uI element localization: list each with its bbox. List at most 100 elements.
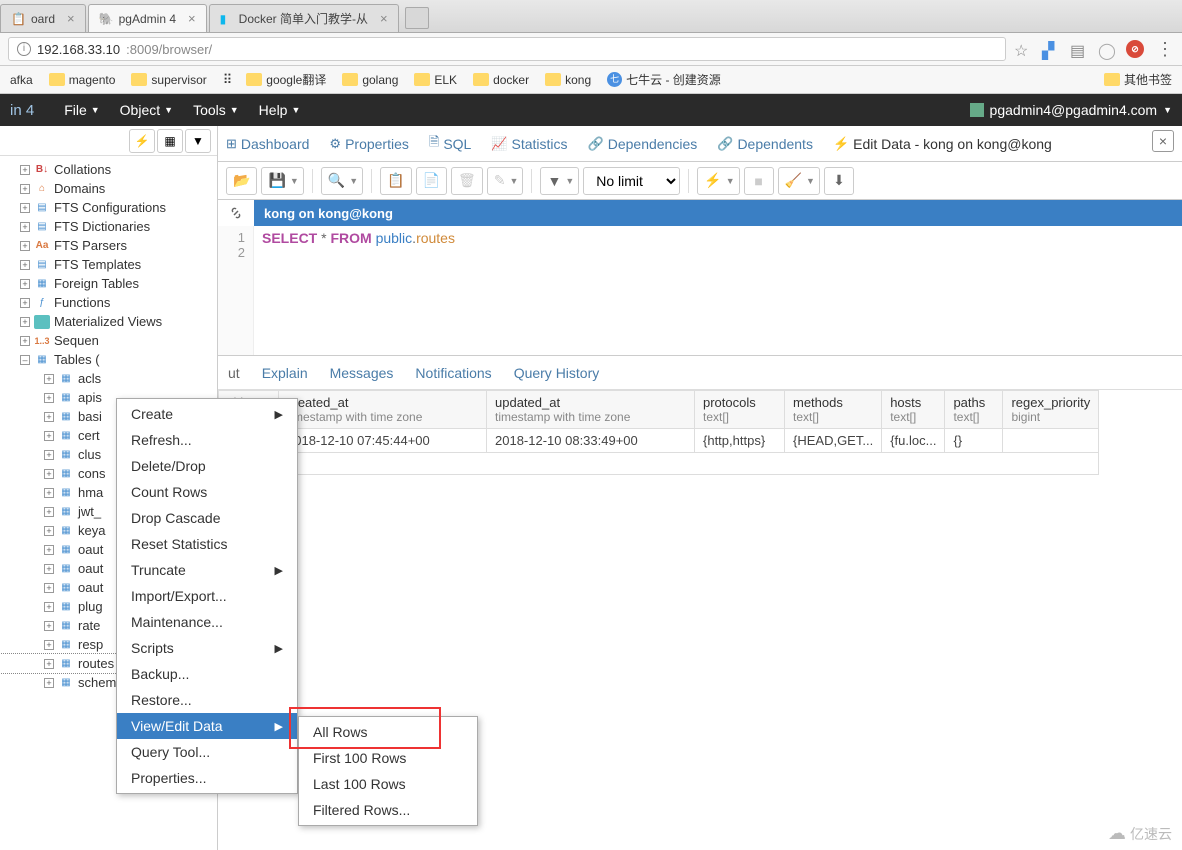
col-header[interactable]: methodstext[] bbox=[785, 391, 882, 429]
bookmark-item[interactable]: kong bbox=[539, 71, 597, 89]
delete-button[interactable]: 🗑 bbox=[451, 167, 483, 195]
caret-down-icon[interactable]: ▼ bbox=[565, 176, 574, 186]
cell[interactable]: {fu.loc... bbox=[882, 429, 945, 453]
submenu-first-100[interactable]: First 100 Rows bbox=[299, 745, 477, 771]
download-button[interactable]: ⬇ bbox=[824, 167, 854, 195]
cell[interactable] bbox=[1003, 429, 1099, 453]
expand-icon[interactable]: + bbox=[20, 184, 30, 194]
col-header[interactable]: updated_attimestamp with time zone bbox=[487, 391, 695, 429]
bookmark-item[interactable]: ELK bbox=[408, 71, 463, 89]
submenu-last-100[interactable]: Last 100 Rows bbox=[299, 771, 477, 797]
expand-icon[interactable]: + bbox=[44, 545, 54, 555]
submenu-all-rows[interactable]: All Rows bbox=[299, 719, 477, 745]
ctx-reset-stats[interactable]: Reset Statistics bbox=[117, 531, 297, 557]
caret-down-icon[interactable]: ▼ bbox=[349, 176, 358, 186]
translate-icon[interactable]: ▞ bbox=[1042, 41, 1058, 57]
cell[interactable]: {} bbox=[945, 429, 1003, 453]
bolt-button[interactable]: ⚡ bbox=[129, 129, 155, 153]
browser-tab-0[interactable]: 📋 oard × bbox=[0, 4, 86, 32]
table-row[interactable]: 71c-... 2018-12-10 07:45:44+00 2018-12-1… bbox=[219, 429, 1099, 453]
extension-icon[interactable]: ▤ bbox=[1070, 41, 1086, 57]
close-tab-button[interactable]: × bbox=[1152, 130, 1174, 152]
menu-file[interactable]: File▼ bbox=[64, 102, 99, 118]
ctx-delete[interactable]: Delete/Drop bbox=[117, 453, 297, 479]
edit-button[interactable]: ✎▼ bbox=[487, 167, 524, 195]
tree-table-item[interactable]: +▦acls bbox=[0, 369, 217, 388]
tree-fts-parsers[interactable]: +AaFTS Parsers bbox=[0, 236, 217, 255]
col-header[interactable]: protocolstext[] bbox=[695, 391, 785, 429]
bookmark-item[interactable]: google翻译 bbox=[240, 69, 332, 90]
col-header[interactable]: regex_prioritybigint bbox=[1003, 391, 1099, 429]
caret-down-icon[interactable]: ▼ bbox=[290, 176, 299, 186]
ctx-properties[interactable]: Properties... bbox=[117, 765, 297, 791]
tree-fts-dict[interactable]: +▤FTS Dictionaries bbox=[0, 217, 217, 236]
menu-object[interactable]: Object▼ bbox=[120, 102, 173, 118]
filter-button[interactable]: ▼▼ bbox=[540, 167, 579, 195]
filter-button[interactable]: ▼ bbox=[185, 129, 211, 153]
cell[interactable]: {HEAD,GET... bbox=[785, 429, 882, 453]
ctx-count-rows[interactable]: Count Rows bbox=[117, 479, 297, 505]
table-row-empty[interactable] bbox=[219, 453, 1099, 475]
bookmark-item[interactable]: docker bbox=[467, 71, 535, 89]
expand-icon[interactable]: + bbox=[44, 374, 54, 384]
expand-icon[interactable]: + bbox=[44, 583, 54, 593]
info-icon[interactable]: i bbox=[17, 42, 31, 56]
expand-icon[interactable]: + bbox=[44, 450, 54, 460]
browser-tab-2[interactable]: ▮ Docker 简单入门教学-从 × bbox=[209, 4, 399, 32]
tree-fts-templates[interactable]: +▤FTS Templates bbox=[0, 255, 217, 274]
close-icon[interactable]: × bbox=[67, 11, 75, 26]
ctx-scripts[interactable]: Scripts▶ bbox=[117, 635, 297, 661]
bookmark-item[interactable]: supervisor bbox=[125, 71, 212, 89]
tab-edit-data[interactable]: ⚡Edit Data - kong on kong@kong bbox=[833, 136, 1052, 152]
expand-icon[interactable]: + bbox=[44, 621, 54, 631]
tab-dependencies[interactable]: 🔗Dependencies bbox=[588, 136, 698, 152]
bookmark-item[interactable]: golang bbox=[336, 71, 404, 89]
caret-down-icon[interactable]: ▼ bbox=[726, 176, 735, 186]
col-header[interactable]: hoststext[] bbox=[882, 391, 945, 429]
expand-icon[interactable]: + bbox=[20, 317, 30, 327]
bookmark-item[interactable]: ⠿ bbox=[217, 70, 237, 90]
menu-help[interactable]: Help▼ bbox=[259, 102, 301, 118]
result-tab-output[interactable]: ut bbox=[228, 365, 240, 381]
caret-down-icon[interactable]: ▼ bbox=[510, 176, 519, 186]
expand-icon[interactable]: + bbox=[44, 659, 54, 669]
expand-icon[interactable]: + bbox=[44, 526, 54, 536]
expand-icon[interactable]: + bbox=[44, 488, 54, 498]
expand-icon[interactable]: + bbox=[20, 203, 30, 213]
collapse-icon[interactable]: – bbox=[20, 355, 30, 365]
adblock-icon[interactable]: ⊘ bbox=[1126, 40, 1144, 58]
copy-button[interactable]: 📋 bbox=[380, 167, 411, 195]
result-tab-explain[interactable]: Explain bbox=[262, 365, 308, 381]
tab-properties[interactable]: ⚙Properties bbox=[329, 136, 408, 152]
ctx-truncate[interactable]: Truncate▶ bbox=[117, 557, 297, 583]
expand-icon[interactable]: + bbox=[44, 412, 54, 422]
grid-button[interactable]: ▦ bbox=[157, 129, 183, 153]
cell[interactable]: 2018-12-10 08:33:49+00 bbox=[487, 429, 695, 453]
tab-dependents[interactable]: 🔗Dependents bbox=[717, 136, 813, 152]
other-bookmarks[interactable]: 其他书签 bbox=[1098, 69, 1178, 90]
browser-tab-1[interactable]: 🐘 pgAdmin 4 × bbox=[88, 4, 207, 32]
ctx-view-edit-data[interactable]: View/Edit Data▶ bbox=[117, 713, 297, 739]
tree-tables[interactable]: –▦Tables ( bbox=[0, 350, 217, 369]
extension-icon-2[interactable]: ◯ bbox=[1098, 41, 1114, 57]
paste-button[interactable]: 📄 bbox=[416, 167, 447, 195]
result-tab-notifications[interactable]: Notifications bbox=[415, 365, 491, 381]
bookmark-item[interactable]: afka bbox=[4, 71, 39, 89]
menu-tools[interactable]: Tools▼ bbox=[193, 102, 239, 118]
tree-fts-config[interactable]: +▤FTS Configurations bbox=[0, 198, 217, 217]
tree-mat-views[interactable]: +Materialized Views bbox=[0, 312, 217, 331]
sql-code[interactable]: SELECT * FROM public.routes bbox=[254, 226, 463, 355]
tree-foreign-tables[interactable]: +▦Foreign Tables bbox=[0, 274, 217, 293]
connection-icon[interactable] bbox=[218, 200, 254, 226]
ctx-create[interactable]: Create▶ bbox=[117, 401, 297, 427]
expand-icon[interactable]: + bbox=[20, 336, 30, 346]
cell[interactable]: 2018-12-10 07:45:44+00 bbox=[279, 429, 487, 453]
tab-statistics[interactable]: 📈Statistics bbox=[491, 136, 567, 152]
expand-icon[interactable]: + bbox=[20, 241, 30, 251]
tree-domains[interactable]: +⌂Domains bbox=[0, 179, 217, 198]
ctx-backup[interactable]: Backup... bbox=[117, 661, 297, 687]
submenu-filtered[interactable]: Filtered Rows... bbox=[299, 797, 477, 823]
close-icon[interactable]: × bbox=[380, 11, 388, 26]
execute-button[interactable]: ⚡▼ bbox=[697, 167, 739, 195]
col-header[interactable]: pathstext[] bbox=[945, 391, 1003, 429]
